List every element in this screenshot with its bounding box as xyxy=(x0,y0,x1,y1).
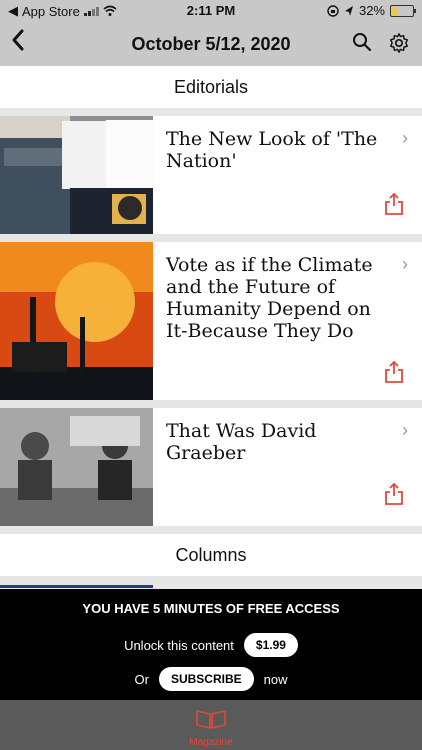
chevron-right-icon: › xyxy=(402,128,408,148)
section-title: Editorials xyxy=(173,76,249,97)
article-row[interactable]: Vote as if the Climate and the Future of… xyxy=(0,242,422,400)
article-row[interactable]: The New Look of 'The Nation' › xyxy=(0,116,422,234)
status-bar: ◀ App Store 2:11 PM 32% xyxy=(0,0,422,22)
or-text: Or xyxy=(134,671,149,687)
status-right: 32% xyxy=(327,3,416,18)
location-icon xyxy=(344,5,353,16)
tab-bar: Magazine xyxy=(0,700,422,750)
subscribe-button[interactable]: SUBSCRIBE xyxy=(158,667,254,691)
tab-label: Magazine xyxy=(189,737,233,748)
lock-rotation-icon xyxy=(327,4,339,17)
share-icon[interactable] xyxy=(384,360,404,384)
paywall-banner: YOU HAVE 5 MINUTES OF FREE ACCESS Unlock… xyxy=(0,589,422,700)
unlock-row: Unlock this content $1.99 xyxy=(0,633,422,657)
article-title: Vote as if the Climate and the Future of… xyxy=(166,254,373,342)
article-title: The New Look of 'The Nation' xyxy=(166,128,378,172)
chevron-right-icon: › xyxy=(402,420,408,440)
price-button[interactable]: $1.99 xyxy=(243,633,298,657)
gear-icon[interactable] xyxy=(388,32,410,54)
now-text: now xyxy=(263,671,288,687)
tab-magazine[interactable]: Magazine xyxy=(0,708,422,748)
chevron-right-icon: › xyxy=(402,254,408,274)
article-thumbnail xyxy=(0,116,153,234)
article-row[interactable]: That Was David Graeber › xyxy=(0,408,422,526)
paywall-message: YOU HAVE 5 MINUTES OF FREE ACCESS xyxy=(82,601,340,616)
open-book-icon xyxy=(196,710,226,729)
section-header-editorials: Editorials xyxy=(0,66,422,108)
section-header-columns: Columns xyxy=(0,534,422,576)
share-icon[interactable] xyxy=(384,482,404,506)
subscribe-row: Or SUBSCRIBE now xyxy=(0,667,422,691)
battery-fill xyxy=(392,6,398,15)
article-thumbnail xyxy=(0,408,153,526)
share-icon[interactable] xyxy=(384,192,404,216)
battery-percent: 32% xyxy=(358,3,385,18)
article-thumbnail xyxy=(0,242,153,400)
article-title: That Was David Graeber xyxy=(166,420,317,464)
partial-thumbnail-edge xyxy=(0,585,153,588)
battery-icon xyxy=(390,4,416,17)
nav-bar: October 5/12, 2020 xyxy=(0,22,422,66)
search-icon[interactable] xyxy=(352,32,372,52)
section-title: Columns xyxy=(175,544,247,565)
unlock-text: Unlock this content xyxy=(124,637,234,653)
